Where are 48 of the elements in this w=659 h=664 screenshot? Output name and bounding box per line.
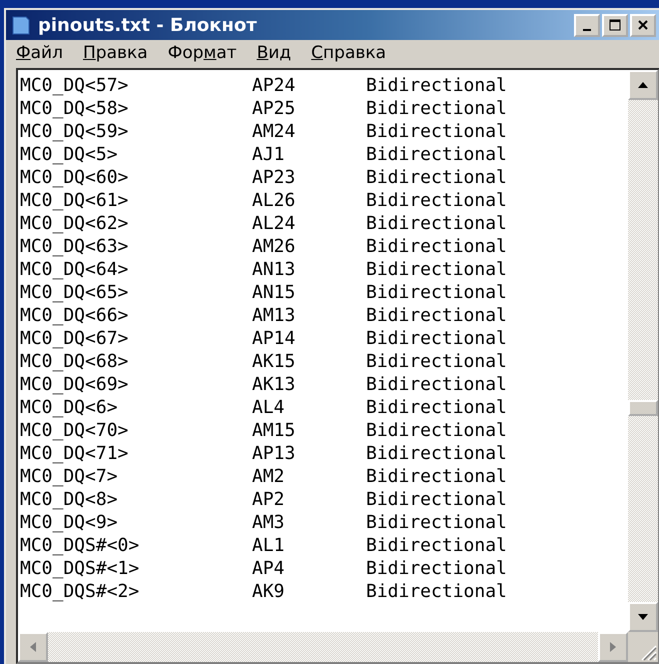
text-line: MC0_DQS#<2> AK9 Bidirectional [20, 580, 508, 603]
scroll-down-button[interactable] [628, 602, 658, 632]
close-button[interactable] [630, 14, 656, 36]
text-line: MC0_DQS#<0> AL1 Bidirectional [20, 534, 508, 557]
scroll-up-button[interactable] [628, 70, 658, 100]
menu-item[interactable]: Формат [168, 43, 237, 63]
scroll-right-button[interactable] [598, 632, 628, 662]
maximize-icon [609, 19, 621, 31]
text-line: MC0_DQ<8> AP2 Bidirectional [20, 488, 508, 511]
resize-grip-icon[interactable] [628, 632, 658, 662]
scroll-left-button[interactable] [18, 632, 48, 662]
text-line: MC0_DQ<64> AN13 Bidirectional [20, 258, 508, 281]
text-line: MC0_DQ<58> AP25 Bidirectional [20, 97, 508, 120]
left-arrow-icon [30, 642, 36, 652]
minimize-icon [583, 28, 591, 30]
vertical-scrollbar[interactable] [628, 70, 658, 632]
maximize-button[interactable] [602, 14, 628, 36]
up-arrow-icon [638, 82, 648, 88]
text-line: MC0_DQ<69> AK13 Bidirectional [20, 373, 508, 396]
text-line: MC0_DQ<71> AP13 Bidirectional [20, 442, 508, 465]
text-line: MC0_DQ<68> AK15 Bidirectional [20, 350, 508, 373]
close-icon [637, 19, 649, 31]
text-line: MC0_DQ<60> AP23 Bidirectional [20, 166, 508, 189]
window-title: pinouts.txt - Блокнот [38, 14, 258, 36]
menu-item[interactable]: Справка [311, 43, 386, 63]
text-line: MC0_DQ<7> AM2 Bidirectional [20, 465, 508, 488]
right-arrow-icon [610, 642, 616, 652]
text-line: MC0_DQ<70> AM15 Bidirectional [20, 419, 508, 442]
text-line: MC0_DQ<62> AL24 Bidirectional [20, 212, 508, 235]
text-line: MC0_DQ<59> AM24 Bidirectional [20, 120, 508, 143]
menu-item[interactable]: Файл [16, 43, 63, 63]
horizontal-scrollbar[interactable] [18, 632, 628, 662]
text-line: MC0_DQ<57> AP24 Bidirectional [20, 74, 508, 97]
text-line: MC0_DQ<6> AL4 Bidirectional [20, 396, 508, 419]
text-line: MC0_DQ<63> AM26 Bidirectional [20, 235, 508, 258]
down-arrow-icon [638, 614, 648, 620]
text-line: MC0_DQ<67> AP14 Bidirectional [20, 327, 508, 350]
text-line: MC0_DQ<61> AL26 Bidirectional [20, 189, 508, 212]
text-line: MC0_DQ<66> AM13 Bidirectional [20, 304, 508, 327]
minimize-button[interactable] [574, 14, 600, 36]
notepad-icon [12, 15, 30, 35]
text-line: MC0_DQ<5> AJ1 Bidirectional [20, 143, 508, 166]
scroll-thumb[interactable] [628, 400, 658, 416]
text-line: MC0_DQ<9> AM3 Bidirectional [20, 511, 508, 534]
menu-item[interactable]: Правка [82, 43, 148, 63]
menu-item[interactable]: Вид [256, 43, 292, 63]
text-line: MC0_DQ<65> AN15 Bidirectional [20, 281, 508, 304]
text-line: MC0_DQS#<1> AP4 Bidirectional [20, 557, 508, 580]
